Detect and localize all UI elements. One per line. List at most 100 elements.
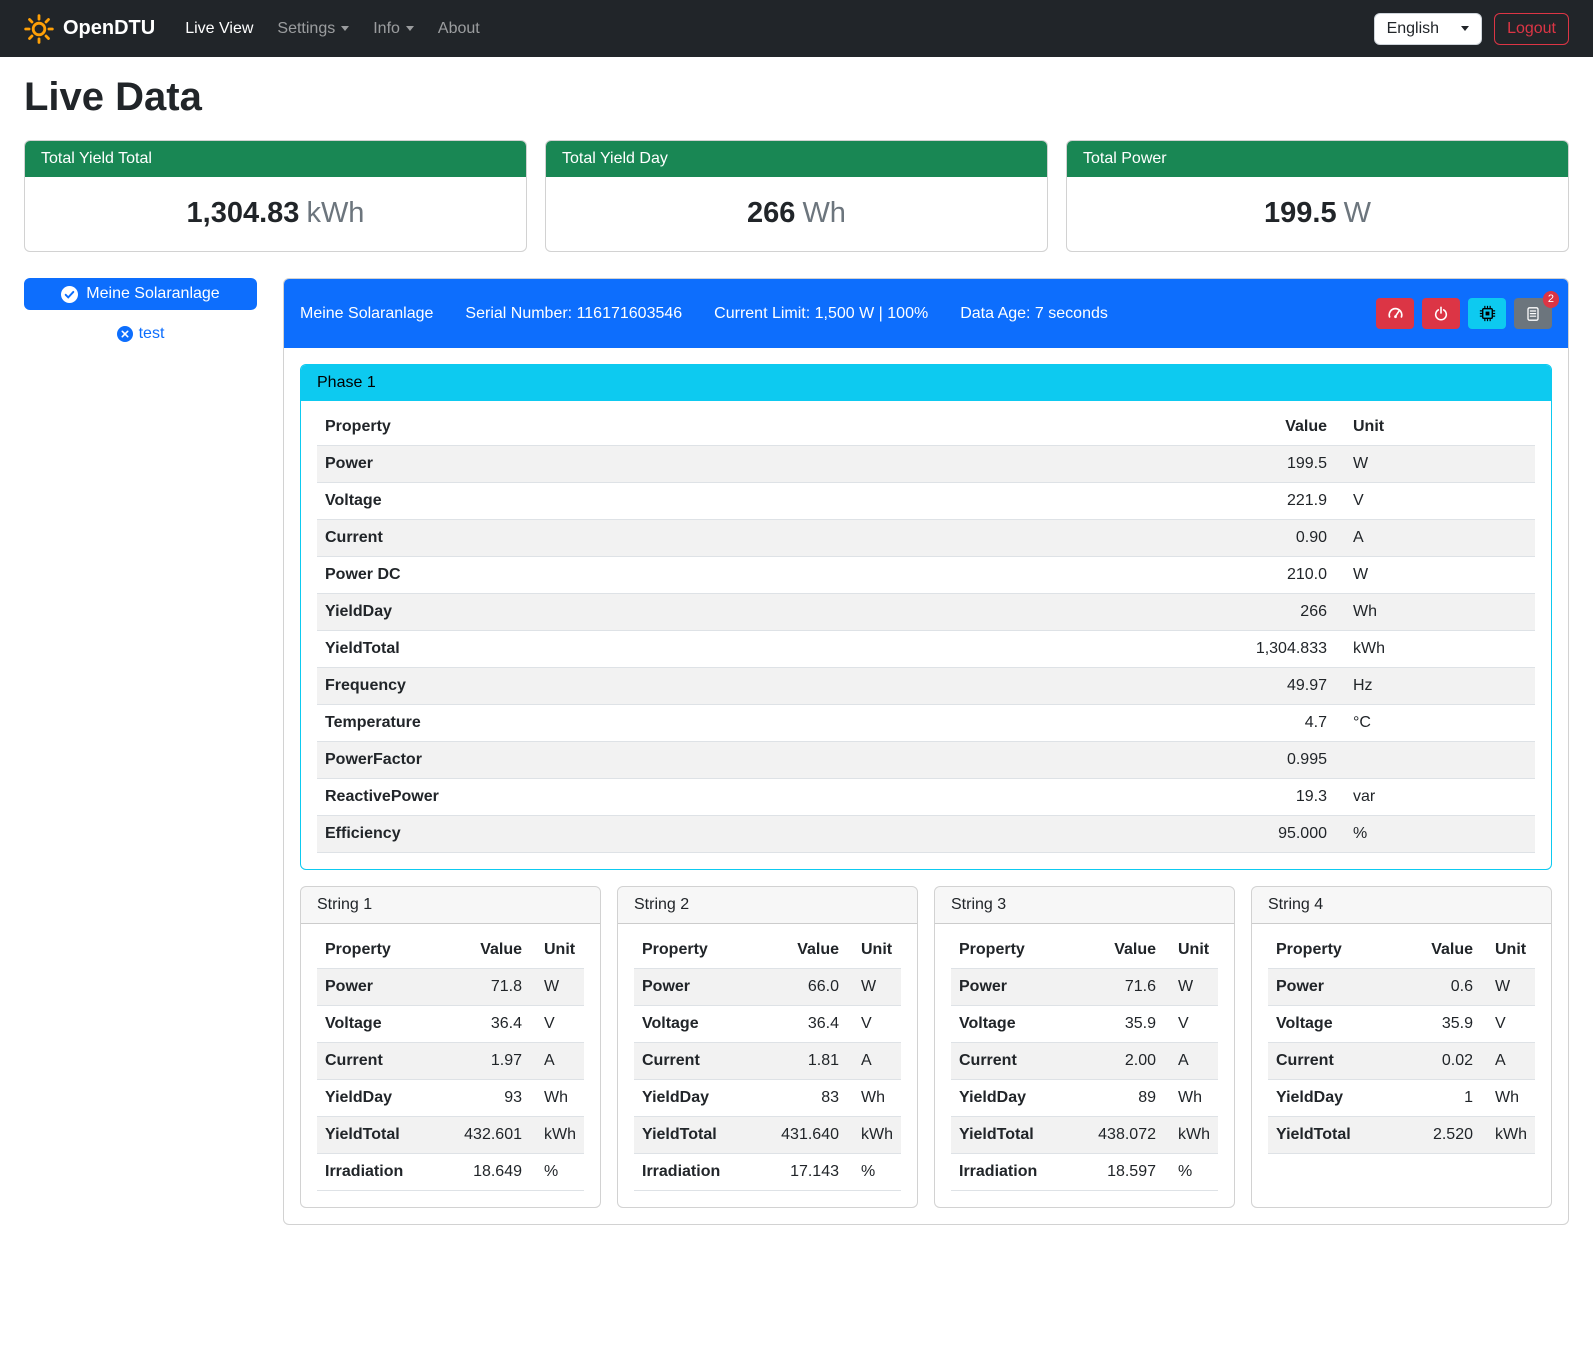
- sidebar-item-meine-solaranlage[interactable]: Meine Solaranlage: [24, 278, 257, 310]
- card-title: Total Power: [1067, 141, 1568, 177]
- string-card-body: Property Value Unit Power: [1252, 924, 1551, 1170]
- string-card-body: Property Value Unit Power: [935, 924, 1234, 1207]
- inverter-serial: Serial Number: 116171603546: [465, 305, 682, 323]
- column-header-property: Property: [1268, 932, 1398, 969]
- table-row: YieldDay 1 Wh: [1268, 1080, 1535, 1117]
- unit-cell: V: [530, 1006, 584, 1043]
- unit-cell: V: [847, 1006, 901, 1043]
- property-cell: YieldTotal: [634, 1117, 753, 1154]
- unit-cell: V: [1335, 483, 1535, 520]
- property-cell: Current: [1268, 1043, 1398, 1080]
- logout-button[interactable]: Logout: [1494, 13, 1569, 45]
- value-unit: W: [1344, 197, 1371, 229]
- chevron-down-icon: [1461, 26, 1469, 31]
- unit-cell: kWh: [1335, 631, 1535, 668]
- value-cell: 438.072: [1070, 1117, 1164, 1154]
- unit-cell: %: [847, 1154, 901, 1191]
- table-row: ReactivePower 19.3 var: [317, 779, 1535, 816]
- string-table: Property Value Unit Power: [1268, 932, 1535, 1154]
- value-cell: 49.97: [1185, 668, 1335, 705]
- navbar-right: English Logout: [1374, 13, 1569, 45]
- nav-item-info[interactable]: Info: [361, 12, 426, 46]
- table-row: Current 1.81 A: [634, 1043, 901, 1080]
- value-unit: kWh: [306, 197, 364, 229]
- unit-cell: °C: [1335, 705, 1535, 742]
- limit-settings-button[interactable]: [1376, 298, 1414, 329]
- chevron-down-icon: [341, 26, 349, 31]
- card-value: 199.5W: [1067, 177, 1568, 251]
- property-cell: Voltage: [634, 1006, 753, 1043]
- value-cell: 221.9: [1185, 483, 1335, 520]
- nav-item-info-label: Info: [373, 20, 400, 38]
- check-circle-icon: [61, 286, 78, 303]
- column-header-value: Value: [436, 932, 530, 969]
- table-row: Voltage 35.9 V: [951, 1006, 1218, 1043]
- card-title: Total Yield Total: [25, 141, 526, 177]
- nav-item-settings-label: Settings: [277, 20, 335, 38]
- value-cell: 1,304.833: [1185, 631, 1335, 668]
- property-cell: Current: [634, 1043, 753, 1080]
- table-row: YieldTotal 2.520 kWh: [1268, 1117, 1535, 1154]
- property-cell: YieldTotal: [317, 1117, 436, 1154]
- property-cell: YieldDay: [951, 1080, 1070, 1117]
- property-cell: Irradiation: [951, 1154, 1070, 1191]
- nav-links: Live View Settings Info About: [173, 12, 492, 46]
- value-number: 199.5: [1264, 197, 1337, 229]
- table-row: Irradiation 17.143 %: [634, 1154, 901, 1191]
- value-cell: 18.597: [1070, 1154, 1164, 1191]
- unit-cell: Wh: [847, 1080, 901, 1117]
- brand[interactable]: OpenDTU: [24, 14, 155, 44]
- table-row: Voltage 36.4 V: [317, 1006, 584, 1043]
- unit-cell: W: [1335, 557, 1535, 594]
- property-cell: YieldDay: [634, 1080, 753, 1117]
- property-cell: PowerFactor: [317, 742, 1185, 779]
- property-cell: YieldTotal: [1268, 1117, 1398, 1154]
- table-row: Voltage 36.4 V: [634, 1006, 901, 1043]
- event-log-button[interactable]: 2: [1514, 298, 1552, 329]
- value-cell: 83: [753, 1080, 847, 1117]
- property-cell: YieldTotal: [951, 1117, 1070, 1154]
- property-cell: Voltage: [1268, 1006, 1398, 1043]
- phase-table: Property Value Unit Power: [317, 409, 1535, 853]
- card-value: 266Wh: [546, 177, 1047, 251]
- inverter-info-button[interactable]: [1468, 298, 1506, 329]
- table-row: YieldDay 89 Wh: [951, 1080, 1218, 1117]
- chevron-down-icon: [406, 26, 414, 31]
- language-select[interactable]: English: [1374, 13, 1482, 45]
- string-2-card: String 2 Property Value Unit: [617, 886, 918, 1208]
- nav-item-about[interactable]: About: [426, 12, 492, 46]
- unit-cell: %: [530, 1154, 584, 1191]
- string-table: Property Value Unit Power: [634, 932, 901, 1191]
- string-card-body: Property Value Unit Power: [618, 924, 917, 1207]
- value-number: 1,304.83: [187, 197, 300, 229]
- string-table-body: Power 66.0 W Voltage 36.4 V: [634, 969, 901, 1191]
- unit-cell: A: [847, 1043, 901, 1080]
- table-row: Efficiency 95.000 %: [317, 816, 1535, 853]
- table-row: YieldTotal 432.601 kWh: [317, 1117, 584, 1154]
- value-cell: 2.520: [1398, 1117, 1481, 1154]
- string-table-body: Power 71.6 W Voltage 35.9 V: [951, 969, 1218, 1191]
- property-cell: Power: [951, 969, 1070, 1006]
- language-select-value: English: [1387, 20, 1439, 38]
- string-card-title: String 1: [301, 887, 600, 924]
- total-power-card: Total Power 199.5W: [1066, 140, 1569, 252]
- column-header-value: Value: [1398, 932, 1481, 969]
- column-header-value: Value: [753, 932, 847, 969]
- unit-cell: kWh: [1164, 1117, 1218, 1154]
- speedometer-icon: [1387, 305, 1404, 322]
- table-header-row: Property Value Unit: [951, 932, 1218, 969]
- table-row: Power DC 210.0 W: [317, 557, 1535, 594]
- table-row: Voltage 35.9 V: [1268, 1006, 1535, 1043]
- table-row: Power 199.5 W: [317, 446, 1535, 483]
- power-toggle-button[interactable]: [1422, 298, 1460, 329]
- property-cell: Current: [951, 1043, 1070, 1080]
- sidebar-item-test[interactable]: test: [107, 321, 175, 347]
- card-value: 1,304.83kWh: [25, 177, 526, 251]
- property-cell: YieldDay: [1268, 1080, 1398, 1117]
- nav-item-live-view[interactable]: Live View: [173, 12, 265, 46]
- table-row: Temperature 4.7 °C: [317, 705, 1535, 742]
- value-cell: 35.9: [1398, 1006, 1481, 1043]
- column-header-unit: Unit: [1481, 932, 1535, 969]
- nav-item-settings[interactable]: Settings: [265, 12, 361, 46]
- value-cell: 431.640: [753, 1117, 847, 1154]
